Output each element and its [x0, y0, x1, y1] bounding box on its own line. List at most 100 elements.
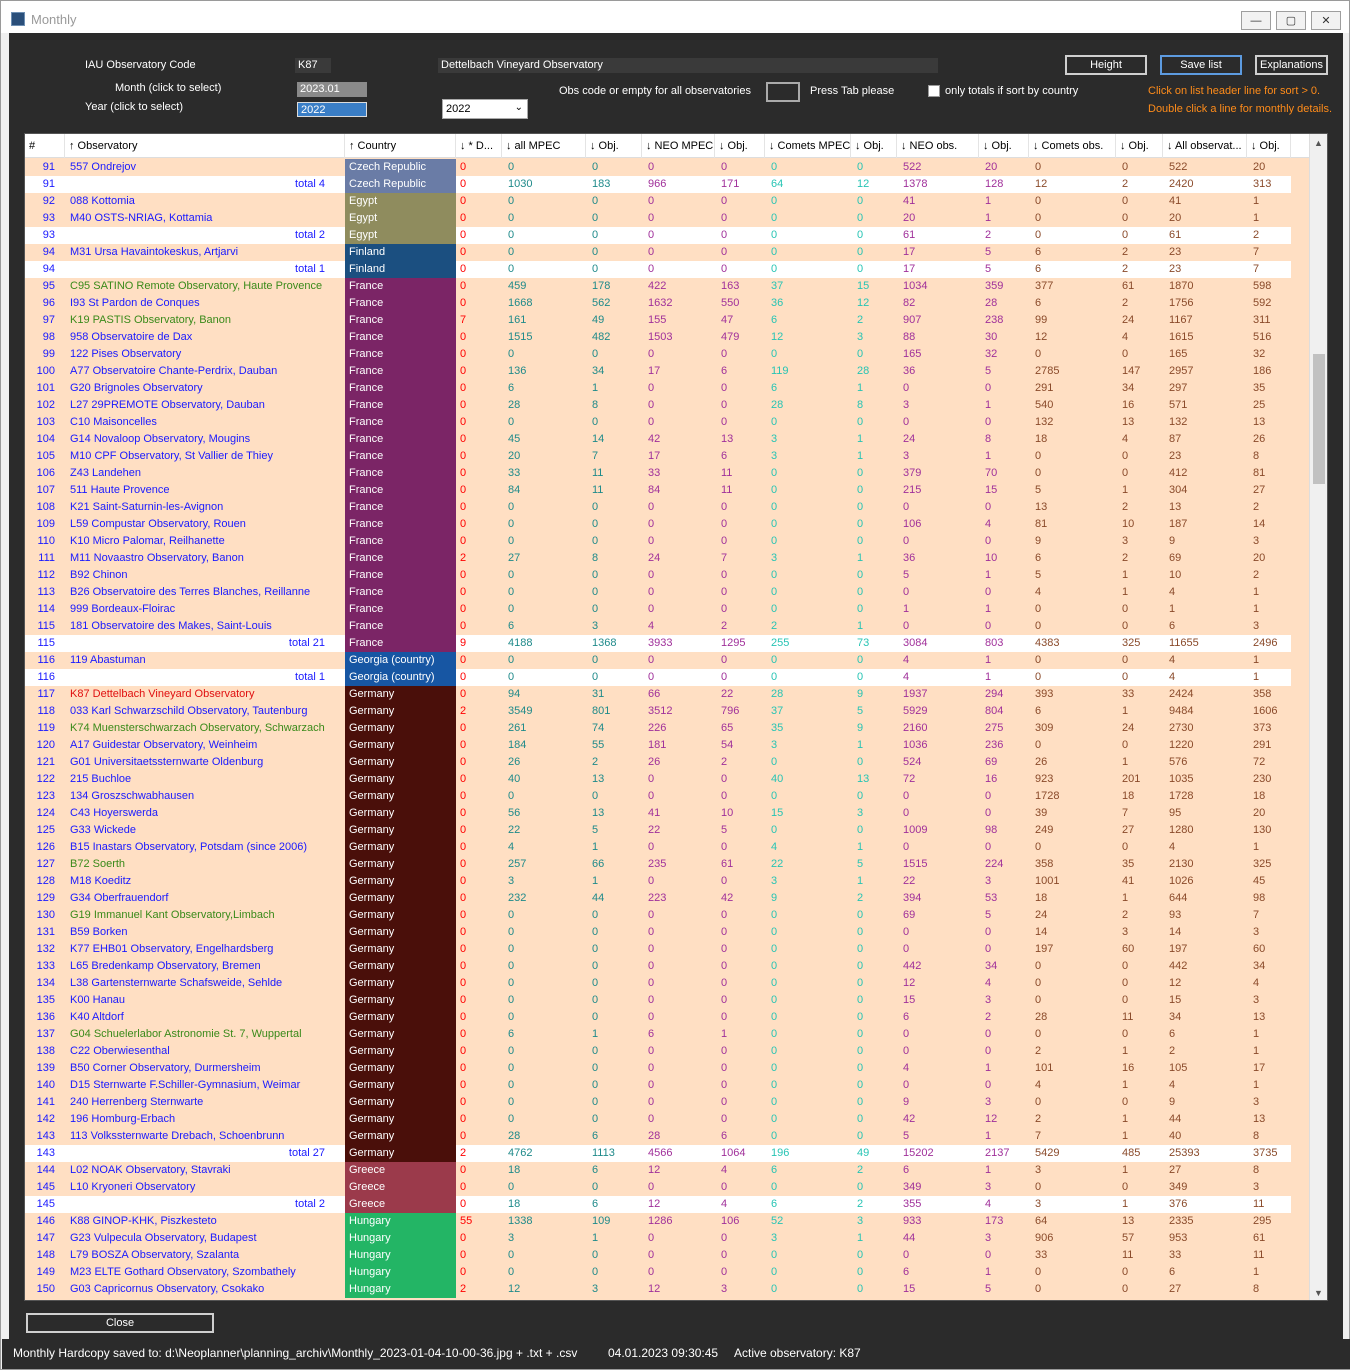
table-row[interactable]: 114 999 Bordeaux-Floirac France 0 0 0 0 0 0 0 1 1 0 0… [25, 601, 1291, 618]
table-row[interactable]: 130 G19 Immanuel Kant Observatory,Limbach… [25, 907, 1291, 924]
table-row[interactable]: 133 L65 Bredenkamp Observatory, Bremen Ger… [25, 958, 1291, 975]
table-row[interactable]: 95 C95 SATINO Remote Observatory, Haute P… [25, 278, 1291, 295]
table-total-row[interactable]: 143 total 27 Germany 2 4762 1113 4566 1064 196 49… [25, 1145, 1291, 1162]
table-row[interactable]: 122 215 Buchloe Germany 0 40 13 0 0 40 13 72 16 923 2… [25, 771, 1291, 788]
month-field[interactable]: 2023.01 [297, 82, 367, 97]
table-row[interactable]: 126 B15 Inastars Observatory, Potsdam (si… [25, 839, 1291, 856]
column-header-6[interactable]: ↓ NEO MPEC [642, 134, 715, 158]
explanations-button[interactable]: Explanations [1255, 55, 1328, 75]
table-row[interactable]: 109 L59 Compustar Observatory, Rouen Franc… [25, 516, 1291, 533]
table-row[interactable]: 94 M31 Ursa Havaintokeskus, Artjarvi Finla… [25, 244, 1291, 261]
table-row[interactable]: 111 M11 Novaastro Observatory, Banon Franc… [25, 550, 1291, 567]
table-row[interactable]: 98 958 Observatoire de Dax France 0 1515 482 1… [25, 329, 1291, 346]
column-header-4[interactable]: ↓ all MPEC [502, 134, 586, 158]
column-header-7[interactable]: ↓ Obj. [715, 134, 765, 158]
maximize-button[interactable]: ▢ [1276, 11, 1306, 30]
obs-code-input[interactable] [766, 82, 800, 102]
table-row[interactable]: 91 557 Ondrejov Czech Republic 0 0 0 0 0 0 0 522 20… [25, 159, 1291, 176]
observatory-code-input[interactable]: K87 [295, 58, 331, 73]
observatory-table[interactable]: # ↑ Observatory ↑ Country ↓ * D... ↓ all MPE… [24, 133, 1328, 1301]
column-header-14[interactable]: ↓ All observat... [1163, 134, 1247, 158]
table-row[interactable]: 110 K10 Micro Palomar, Reilhanette France 0… [25, 533, 1291, 550]
year-select[interactable]: 2022 ⌄ [442, 99, 528, 119]
table-row[interactable]: 92 088 Kottomia Egypt 0 0 0 0 0 0 0 41 1 0 0 41 1 [25, 193, 1291, 210]
table-row[interactable]: 123 134 Groszschwabhausen Germany 0 0 0 0 0 0 0 0 0… [25, 788, 1291, 805]
table-row[interactable]: 118 033 Karl Schwarzschild Observatory, T… [25, 703, 1291, 720]
table-row[interactable]: 104 G14 Novaloop Observatory, Mougins Fran… [25, 431, 1291, 448]
close-button[interactable]: Close [26, 1313, 214, 1333]
column-header-11[interactable]: ↓ Obj. [979, 134, 1029, 158]
column-header-9[interactable]: ↓ Obj. [851, 134, 897, 158]
only-totals-checkbox[interactable] [928, 85, 940, 97]
table-row[interactable]: 106 Z43 Landehen France 0 33 11 33 11 0 0 379 70 0 0 4… [25, 465, 1291, 482]
table-row[interactable]: 120 A17 Guidestar Observatory, Weinheim Ge… [25, 737, 1291, 754]
table-row[interactable]: 124 C43 Hoyerswerda Germany 0 56 13 41 10 15 3 0 0 3… [25, 805, 1291, 822]
table-row[interactable]: 143 113 Volkssternwarte Drebach, Schoenbr… [25, 1128, 1291, 1145]
column-header-12[interactable]: ↓ Comets obs. [1029, 134, 1116, 158]
close-window-button[interactable]: ✕ [1311, 11, 1341, 30]
table-row[interactable]: 99 122 Pises Observatory France 0 0 0 0 0 0 0 165 3… [25, 346, 1291, 363]
table-total-row[interactable]: 93 total 2 Egypt 0 0 0 0 0 0 0 61 2 0 0 61 2 [25, 227, 1291, 244]
table-total-row[interactable]: 145 total 2 Greece 0 18 6 12 4 6 2 355 4 3 1 376 11 [25, 1196, 1291, 1213]
table-row[interactable]: 119 K74 Muensterschwarzach Observatory, S… [25, 720, 1291, 737]
table-total-row[interactable]: 115 total 21 France 9 4188 1368 3933 1295 255 73 3… [25, 635, 1291, 652]
table-row[interactable]: 138 C22 Oberwiesenthal Germany 0 0 0 0 0 0 0 0 0 2 1 2… [25, 1043, 1291, 1060]
table-row[interactable]: 115 181 Observatoire des Makes, Saint-Lou… [25, 618, 1291, 635]
table-total-row[interactable]: 94 total 1 Finland 0 0 0 0 0 0 0 17 5 6 2 23 7 [25, 261, 1291, 278]
table-row[interactable]: 134 L38 Gartensternwarte Schafsweide, Seh… [25, 975, 1291, 992]
table-row[interactable]: 112 B92 Chinon France 0 0 0 0 0 0 0 5 1 5 1 10 2 [25, 567, 1291, 584]
column-header-15[interactable]: ↓ Obj. [1247, 134, 1291, 158]
table-row[interactable]: 103 C10 Maisoncelles France 0 0 0 0 0 0 0 0 0 132 13 1… [25, 414, 1291, 431]
table-row[interactable]: 145 L10 Kryoneri Observatory Greece 0 0 0 0 0 0 0… [25, 1179, 1291, 1196]
vertical-scrollbar[interactable]: ▲ ▼ [1309, 134, 1327, 1300]
table-row[interactable]: 150 G03 Capricornus Observatory, Csokako H… [25, 1281, 1291, 1298]
minimize-button[interactable]: — [1241, 11, 1271, 30]
table-row[interactable]: 108 K21 Saint-Saturnin-les-Avignon France 0… [25, 499, 1291, 516]
table-row[interactable]: 128 M18 Koeditz Germany 0 3 1 0 0 3 1 22 3 1001 41 102… [25, 873, 1291, 890]
table-row[interactable]: 146 K88 GINOP-KHK, Piszkesteto Hungary 55 13… [25, 1213, 1291, 1230]
table-row[interactable]: 147 G23 Vulpecula Observatory, Budapest Hu… [25, 1230, 1291, 1247]
column-header-10[interactable]: ↓ NEO obs. [897, 134, 979, 158]
table-row[interactable]: 102 L27 29PREMOTE Observatory, Dauban Fran… [25, 397, 1291, 414]
table-row[interactable]: 107 511 Haute Provence France 0 84 11 84 11 0 0 21… [25, 482, 1291, 499]
table-row[interactable]: 137 G04 Schuelerlabor Astronomie St. 7, W… [25, 1026, 1291, 1043]
table-row[interactable]: 127 B72 Soerth Germany 0 257 66 235 61 22 5 1515 22… [25, 856, 1291, 873]
column-header-0[interactable]: # [25, 134, 65, 158]
column-header-5[interactable]: ↓ Obj. [586, 134, 642, 158]
table-row[interactable]: 148 L79 BOSZA Observatory, Szalanta Hungar… [25, 1247, 1291, 1264]
table-total-row[interactable]: 91 total 4 Czech Republic 0 1030 183 966 171 64 1… [25, 176, 1291, 193]
table-row[interactable]: 117 K87 Dettelbach Vineyard Observatory Ge… [25, 686, 1291, 703]
table-row[interactable]: 97 K19 PASTIS Observatory, Banon France 7 16… [25, 312, 1291, 329]
table-row[interactable]: 142 196 Homburg-Erbach Germany 0 0 0 0 0 0 0 42 12 2… [25, 1111, 1291, 1128]
table-row[interactable]: 140 D15 Sternwarte F.Schiller-Gymnasium, … [25, 1077, 1291, 1094]
save-list-button[interactable]: Save list [1160, 55, 1242, 75]
table-row[interactable]: 132 K77 EHB01 Observatory, Engelhardsberg… [25, 941, 1291, 958]
column-header-13[interactable]: ↓ Obj. [1116, 134, 1163, 158]
table-row[interactable]: 96 I93 St Pardon de Conques France 0 1668 562… [25, 295, 1291, 312]
table-row[interactable]: 105 M10 CPF Observatory, St Vallier de Th… [25, 448, 1291, 465]
column-header-2[interactable]: ↑ Country [345, 134, 456, 158]
column-header-8[interactable]: ↓ Comets MPEC [765, 134, 851, 158]
table-row[interactable]: 113 B26 Observatoire des Terres Blanches,… [25, 584, 1291, 601]
scroll-up-icon[interactable]: ▲ [1314, 138, 1323, 148]
table-row[interactable]: 141 240 Herrenberg Sternwarte Germany 0 0 0 0 0… [25, 1094, 1291, 1111]
column-header-3[interactable]: ↓ * D... [456, 134, 502, 158]
height-button[interactable]: Height [1065, 55, 1147, 75]
table-row[interactable]: 93 M40 OSTS-NRIAG, Kottamia Egypt 0 0 0 0 0 0 0 20… [25, 210, 1291, 227]
table-row[interactable]: 116 119 Abastuman Georgia (country) 0 0 0 0 0 0 0… [25, 652, 1291, 669]
table-total-row[interactable]: 116 total 1 Georgia (country) 0 0 0 0 0 0 0 4 1 0 0 4 1 [25, 669, 1291, 686]
year-field[interactable]: 2022 [297, 102, 367, 117]
table-row[interactable]: 101 G20 Brignoles Observatory France 0 6 1 0 0 6… [25, 380, 1291, 397]
table-row[interactable]: 100 A77 Observatoire Chante-Perdrix, Daub… [25, 363, 1291, 380]
column-header-1[interactable]: ↑ Observatory [65, 134, 345, 158]
table-row[interactable]: 121 G01 Universitaetssternwarte Oldenburg… [25, 754, 1291, 771]
table-row[interactable]: 131 B59 Borken Germany 0 0 0 0 0 0 0 0 0 14 3 14 3 [25, 924, 1291, 941]
table-row[interactable]: 139 B50 Corner Observatory, Durmersheim Ge… [25, 1060, 1291, 1077]
table-row[interactable]: 129 G34 Oberfrauendorf Germany 0 232 44 223 42 9… [25, 890, 1291, 907]
table-row[interactable]: 135 K00 Hanau Germany 0 0 0 0 0 0 0 15 3 0 0 15 3 [25, 992, 1291, 1009]
table-row[interactable]: 149 M23 ELTE Gothard Observatory, Szombat… [25, 1264, 1291, 1281]
table-row[interactable]: 144 L02 NOAK Observatory, Stavraki Greece 0… [25, 1162, 1291, 1179]
table-row[interactable]: 136 K40 Altdorf Germany 0 0 0 0 0 0 0 6 2 28 11 34 13 [25, 1009, 1291, 1026]
table-row[interactable]: 125 G33 Wickede Germany 0 22 5 22 5 0 0 1009 98 249 2… [25, 822, 1291, 839]
scroll-thumb[interactable] [1313, 354, 1325, 484]
